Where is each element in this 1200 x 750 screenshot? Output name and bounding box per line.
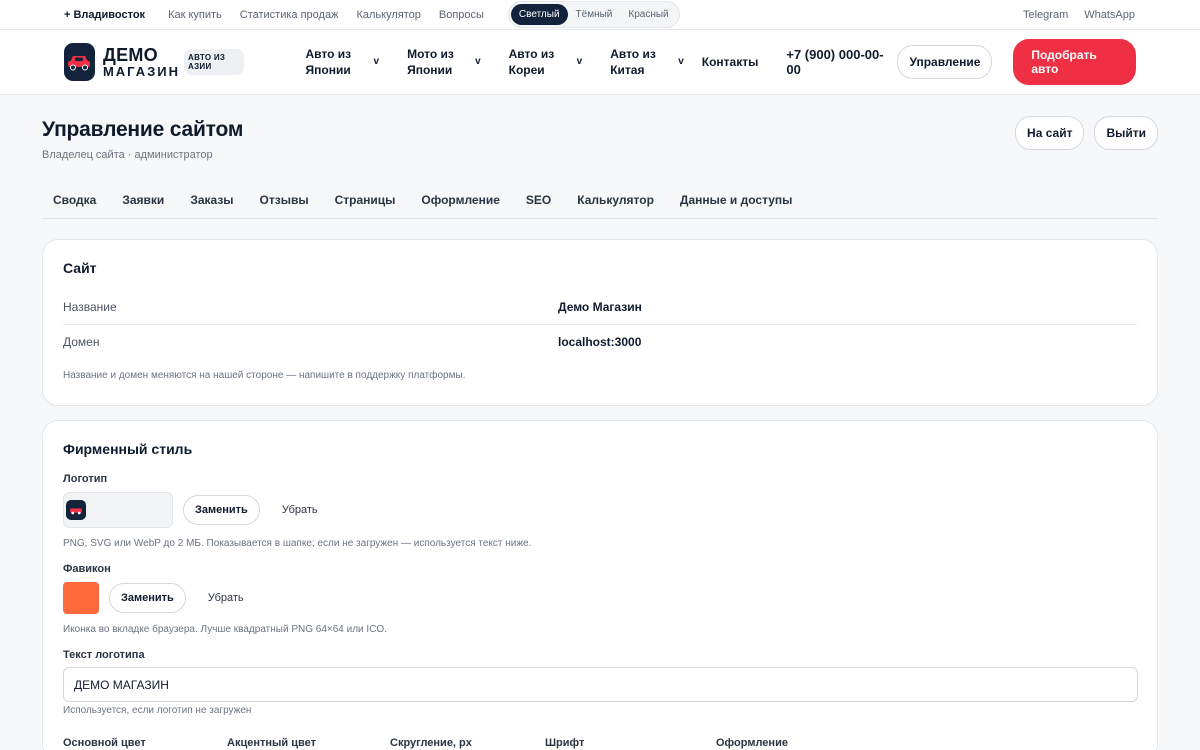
nav-cars-korea[interactable]: Авто из Кореи v	[509, 46, 583, 78]
chevron-down-icon: v	[475, 56, 481, 67]
logo-replace-button[interactable]: Заменить	[183, 495, 260, 525]
tab-data-access[interactable]: Данные и доступы	[680, 193, 793, 207]
brand-card: Фирменный стиль Логотип Заменить Убрать …	[42, 420, 1158, 750]
site-card-title: Сайт	[63, 260, 97, 276]
site-header: ДЕМО МАГАЗИН АВТО ИЗ АЗИИ Авто из Японии…	[0, 30, 1200, 95]
logo-label: Логотип	[63, 473, 108, 485]
favicon-remove-button[interactable]: Убрать	[208, 592, 244, 604]
theme-red-option[interactable]: Красный	[620, 4, 676, 25]
accent-color-label: Акцентный цвет	[227, 737, 316, 749]
nav-contacts[interactable]: Контакты	[702, 55, 759, 69]
page-title: Управление сайтом	[42, 118, 244, 141]
favicon-label: Фавикон	[63, 563, 111, 575]
top-bar: + Владивосток Как купить Статистика прод…	[0, 0, 1200, 30]
tab-calculator[interactable]: Калькулятор	[577, 193, 654, 207]
tab-pages[interactable]: Страницы	[335, 193, 396, 207]
theme-style-label: Оформление	[716, 737, 788, 749]
logo-text-label: Текст логотипа	[63, 649, 145, 661]
site-card: Сайт Название Демо Магазин Домен localho…	[42, 239, 1158, 406]
nav-moto-japan[interactable]: Мото из Японии v	[407, 46, 481, 78]
site-domain-row: Домен localhost:3000	[63, 324, 1137, 358]
favicon-preview	[63, 582, 99, 614]
link-calculator[interactable]: Калькулятор	[356, 9, 420, 21]
link-sales-stats[interactable]: Статистика продаж	[240, 9, 339, 21]
site-domain-value: localhost:3000	[558, 334, 642, 349]
font-label: Шрифт	[545, 737, 585, 749]
site-name-row: Название Демо Магазин	[63, 300, 642, 314]
link-how-to-buy[interactable]: Как купить	[168, 9, 222, 21]
car-icon	[64, 43, 95, 81]
phone-link[interactable]: +7 (900) 000-00-00	[786, 47, 887, 77]
site-logo[interactable]: ДЕМО МАГАЗИН АВТО ИЗ АЗИИ	[64, 43, 244, 81]
theme-light-option[interactable]: Светлый	[510, 4, 568, 25]
to-site-button[interactable]: На сайт	[1015, 116, 1085, 150]
admin-page: Управление сайтом Владелец сайта · админ…	[0, 95, 1200, 750]
logout-button[interactable]: Выйти	[1094, 116, 1158, 150]
tab-design[interactable]: Оформление	[421, 193, 500, 207]
main-nav: Авто из Японии v Мото из Японии v Авто и…	[306, 46, 759, 78]
favicon-replace-button[interactable]: Заменить	[109, 583, 186, 613]
chevron-down-icon: v	[576, 56, 583, 67]
page-subtitle: Владелец сайта · администратор	[42, 149, 213, 161]
whatsapp-link[interactable]: WhatsApp	[1084, 9, 1135, 21]
logo-preview	[63, 492, 173, 528]
radius-label: Скругление, px	[390, 737, 472, 749]
manage-button[interactable]: Управление	[897, 45, 993, 79]
link-faq[interactable]: Вопросы	[439, 9, 484, 21]
tab-orders[interactable]: Заказы	[190, 193, 233, 207]
logo-title: ДЕМО	[102, 45, 158, 65]
logo-subtitle: МАГАЗИН	[102, 64, 180, 79]
telegram-link[interactable]: Telegram	[1023, 9, 1068, 21]
brand-card-title: Фирменный стиль	[63, 441, 193, 457]
nav-cars-japan[interactable]: Авто из Японии v	[306, 46, 380, 78]
favicon-note: Иконка во вкладке браузера. Лучше квадра…	[63, 624, 387, 635]
theme-dark-option[interactable]: Тёмный	[568, 4, 621, 25]
nav-cars-china[interactable]: Авто из Китая v	[610, 46, 684, 78]
theme-switch: Светлый Тёмный Красный	[507, 1, 680, 28]
admin-tabs: Сводка Заявки Заказы Отзывы Страницы Офо…	[42, 181, 1158, 219]
logo-note: PNG, SVG или WebP до 2 МБ. Показывается …	[63, 538, 532, 549]
logo-tag: АВТО ИЗ АЗИИ	[184, 49, 244, 75]
tab-requests[interactable]: Заявки	[122, 193, 164, 207]
site-name-value: Демо Магазин	[558, 300, 642, 314]
chevron-down-icon: v	[373, 56, 380, 67]
car-icon	[66, 500, 86, 520]
logo-remove-button[interactable]: Убрать	[282, 504, 318, 516]
tab-seo[interactable]: SEO	[526, 193, 551, 207]
logo-text-input[interactable]: ДЕМО МАГАЗИН	[63, 667, 1138, 702]
chevron-down-icon: v	[678, 56, 684, 67]
pick-car-button[interactable]: Подобрать авто	[1013, 39, 1136, 85]
primary-color-label: Основной цвет	[63, 737, 146, 749]
logo-text-note: Используется, если логотип не загружен	[63, 705, 252, 716]
tab-summary[interactable]: Сводка	[53, 193, 96, 207]
city-selector[interactable]: + Владивосток	[64, 9, 145, 21]
site-card-note: Название и домен меняются на нашей сторо…	[63, 370, 466, 381]
tab-reviews[interactable]: Отзывы	[260, 193, 309, 207]
